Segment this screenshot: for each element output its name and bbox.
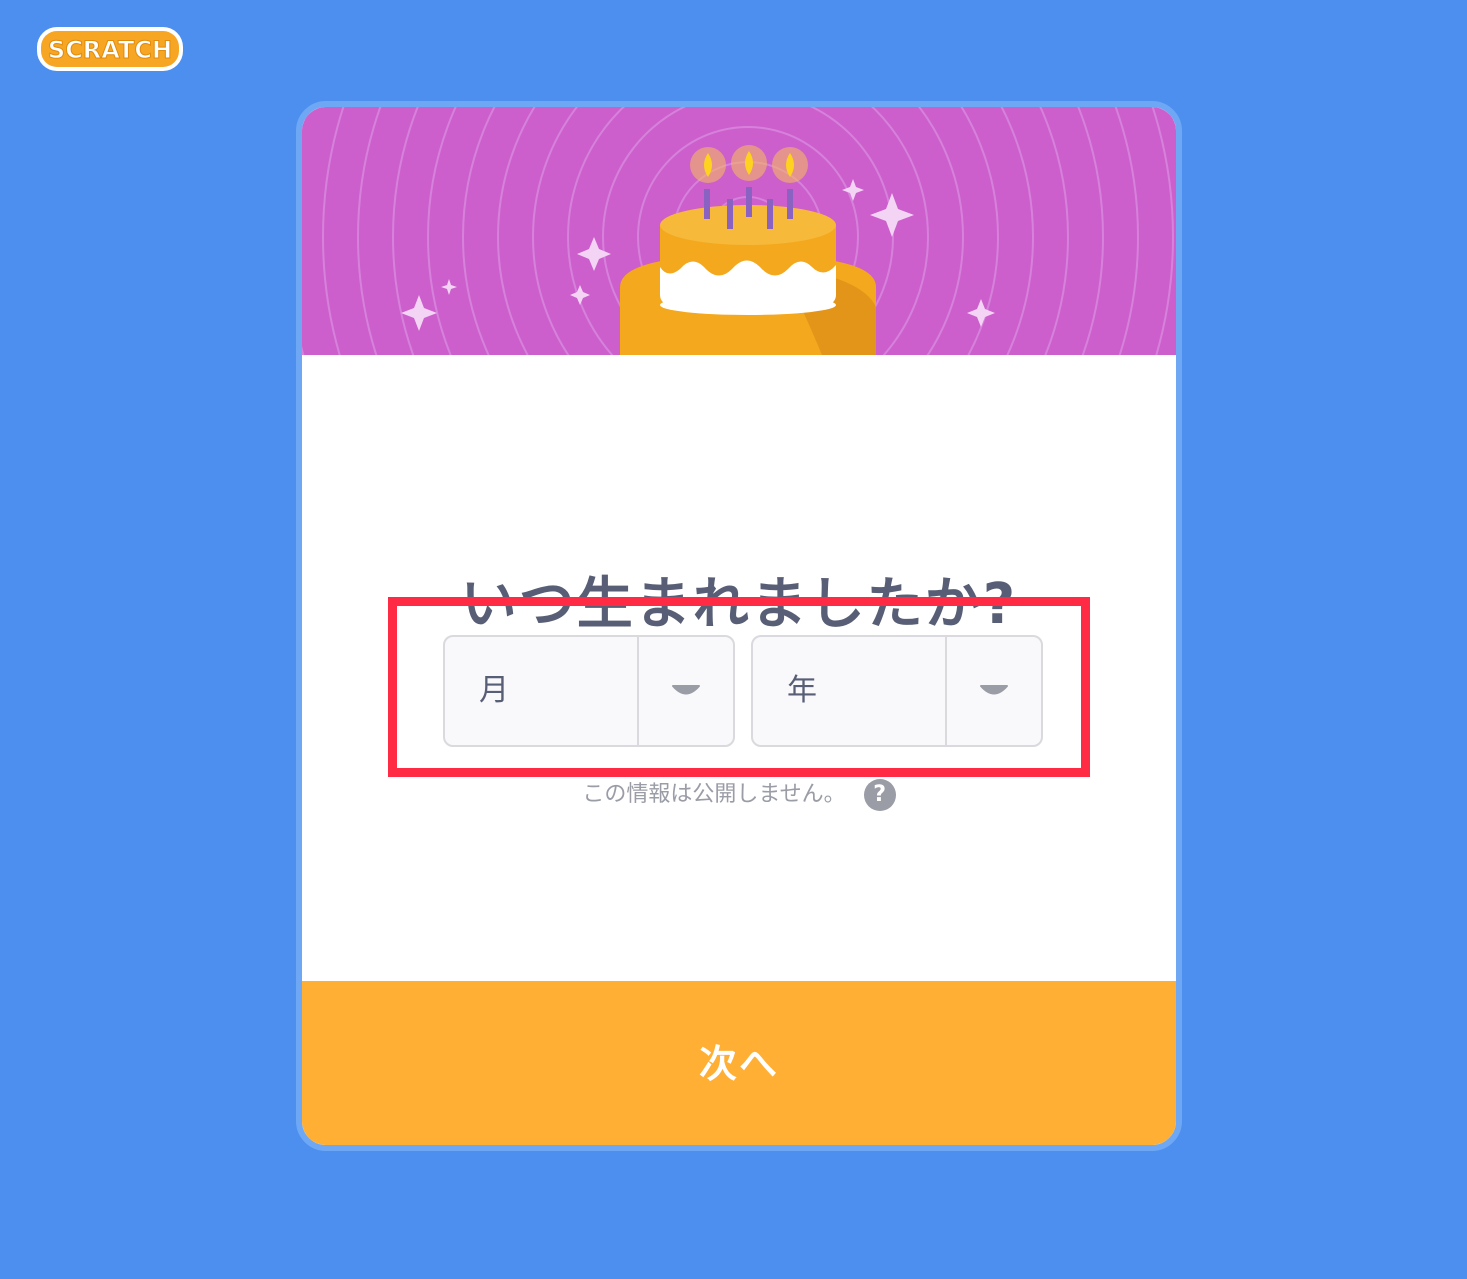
- svg-text:SCRATCH: SCRATCH: [48, 36, 172, 64]
- privacy-note: この情報は公開しません。?: [302, 779, 1176, 811]
- birth-year-select[interactable]: 年: [751, 635, 1043, 747]
- scratch-logo[interactable]: SCRATCH: [34, 22, 186, 76]
- birthdate-dialog: いつ生まれましたか? 月 年 この情報は公開しません。? 次へ: [296, 101, 1182, 1151]
- select-divider: [637, 637, 639, 745]
- chevron-down-icon: [672, 685, 700, 695]
- privacy-note-text: この情報は公開しません。: [582, 782, 846, 807]
- birthday-cake-banner: [302, 107, 1176, 355]
- birth-year-value: 年: [787, 673, 817, 708]
- birth-month-value: 月: [479, 673, 509, 708]
- birth-month-select[interactable]: 月: [443, 635, 735, 747]
- chevron-down-icon: [980, 685, 1008, 695]
- next-button[interactable]: 次へ: [302, 981, 1176, 1145]
- select-divider: [945, 637, 947, 745]
- question-circle-icon[interactable]: ?: [863, 779, 896, 811]
